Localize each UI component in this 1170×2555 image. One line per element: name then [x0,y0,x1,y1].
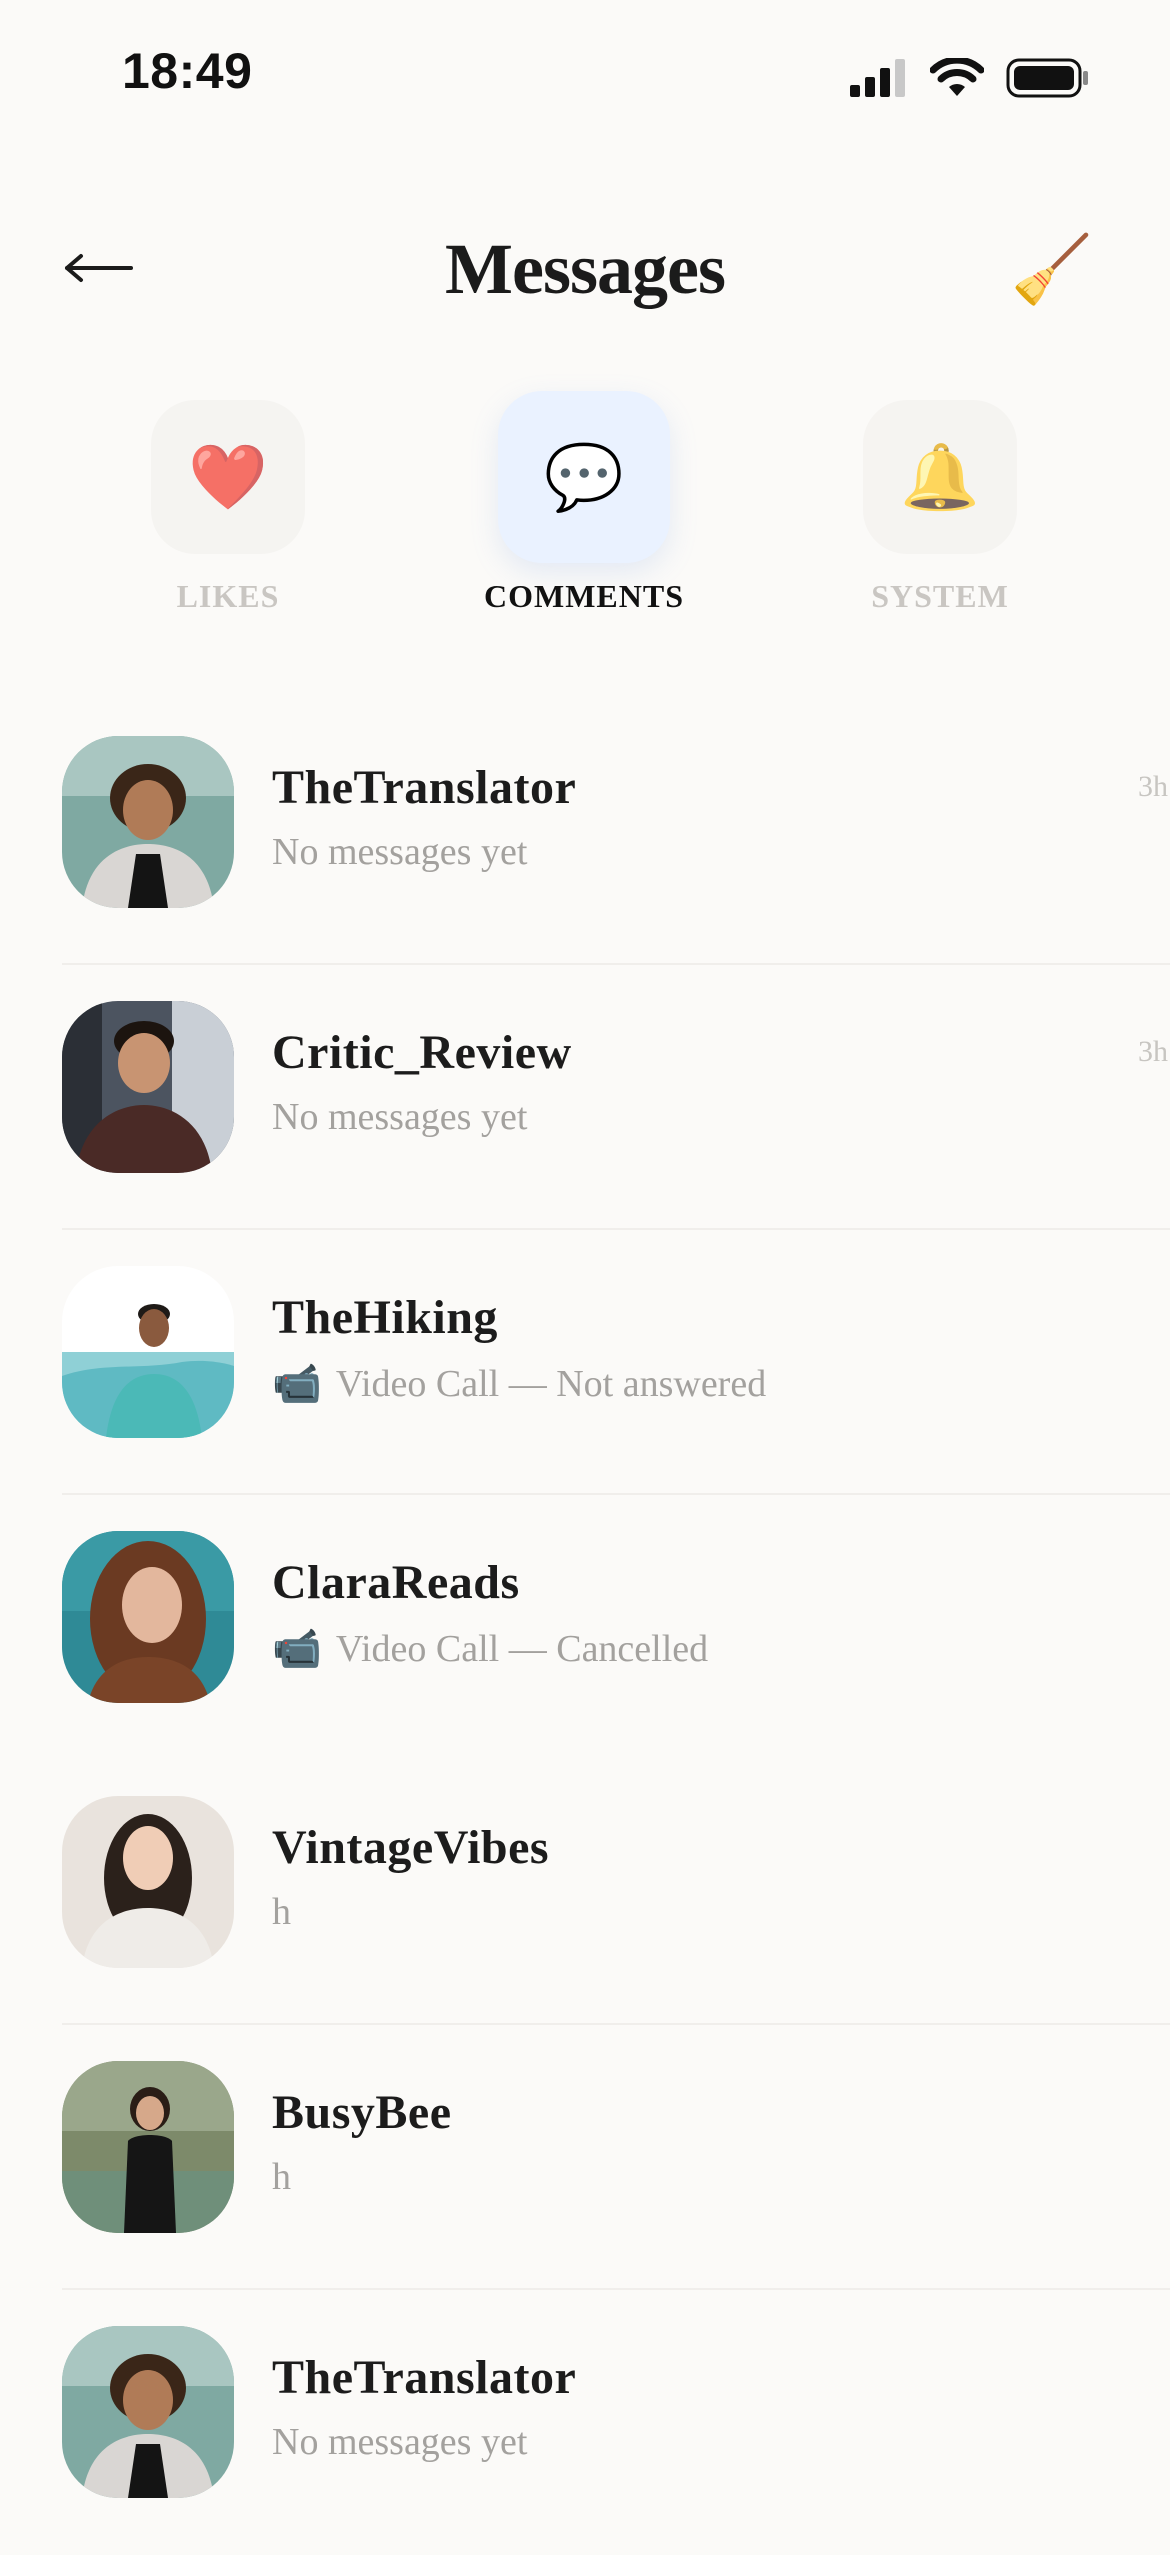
video-camera-icon: 📹 [272,1626,322,1671]
message-list: TheTranslator No messages yet 3h Critic_… [0,700,1170,2555]
message-row[interactable]: TheTranslator No messages yet [0,2290,1170,2555]
tab-likes-icon-box: ❤️ [151,400,305,554]
header: Messages 🧹 [0,210,1170,330]
message-preview: 📹 Video Call — Not answered [272,1360,766,1407]
preview-text: No messages yet [272,831,528,873]
status-time: 18:49 [122,43,253,99]
message-row[interactable]: TheHiking 📹 Video Call — Not answered [0,1230,1170,1495]
preview-text: h [272,2156,291,2198]
time-ago: 3h [1138,1035,1168,1068]
bell-icon: 🔔 [900,441,980,513]
username: VintageVibes [272,1821,550,1874]
message-preview: No messages yet [272,2420,527,2464]
page-title: Messages [445,229,726,309]
message-preview: No messages yet [272,1095,527,1139]
cellular-signal-icon [850,59,908,97]
message-row[interactable]: ClaraReads 📹 Video Call — Cancelled [0,1495,1170,1760]
tab-likes-label: LIKES [176,578,280,614]
preview-text: Video Call — Not answered [335,1362,767,1405]
tab-likes[interactable]: ❤️ LIKES [108,400,348,615]
username: TheTranslator [272,761,577,814]
clear-messages-button[interactable]: 🧹 [1006,224,1098,316]
video-camera-icon: 📹 [272,1361,322,1406]
username: ClaraReads [272,1556,520,1609]
preview-text: h [272,1891,291,1933]
message-preview: No messages yet [272,830,527,874]
broom-icon: 🧹 [1010,233,1094,307]
heart-icon: ❤️ [188,441,268,513]
status-icons [850,56,1090,100]
wifi-icon [930,58,984,98]
preview-text: No messages yet [272,2421,528,2463]
category-tabs: ❤️ LIKES 💬 COMMENTS 🔔 SYSTEM [0,391,1170,630]
message-row[interactable]: VintageVibes h [0,1760,1170,2025]
message-preview: h [272,2155,291,2199]
message-row[interactable]: Critic_Review No messages yet 3h [0,965,1170,1230]
preview-text: Video Call — Cancelled [335,1627,709,1670]
tab-system-icon-box: 🔔 [863,400,1017,554]
battery-icon [1006,58,1090,98]
message-preview: 📹 Video Call — Cancelled [272,1625,708,1672]
username: BusyBee [272,2086,452,2139]
message-row[interactable]: TheTranslator No messages yet 3h [0,700,1170,965]
avatar[interactable] [62,1531,234,1703]
username: TheHiking [272,1291,498,1344]
message-preview: h [272,1890,291,1934]
avatar[interactable] [62,1266,234,1438]
username: TheTranslator [272,2351,577,2404]
avatar[interactable] [62,1796,234,1968]
status-bar: 18:49 [0,0,1170,150]
tab-comments-label: COMMENTS [484,578,684,614]
speech-bubble-icon: 💬 [544,441,624,513]
tab-comments[interactable]: 💬 COMMENTS [464,391,704,615]
avatar[interactable] [62,736,234,908]
tab-system-label: SYSTEM [871,578,1009,614]
avatar[interactable] [62,2326,234,2498]
tab-comments-icon-box: 💬 [498,391,670,563]
avatar[interactable] [62,1001,234,1173]
time-ago: 3h [1138,770,1168,803]
message-row[interactable]: BusyBee h [0,2025,1170,2290]
tab-system[interactable]: 🔔 SYSTEM [820,400,1060,615]
avatar[interactable] [62,2061,234,2233]
preview-text: No messages yet [272,1096,528,1138]
username: Critic_Review [272,1026,572,1079]
